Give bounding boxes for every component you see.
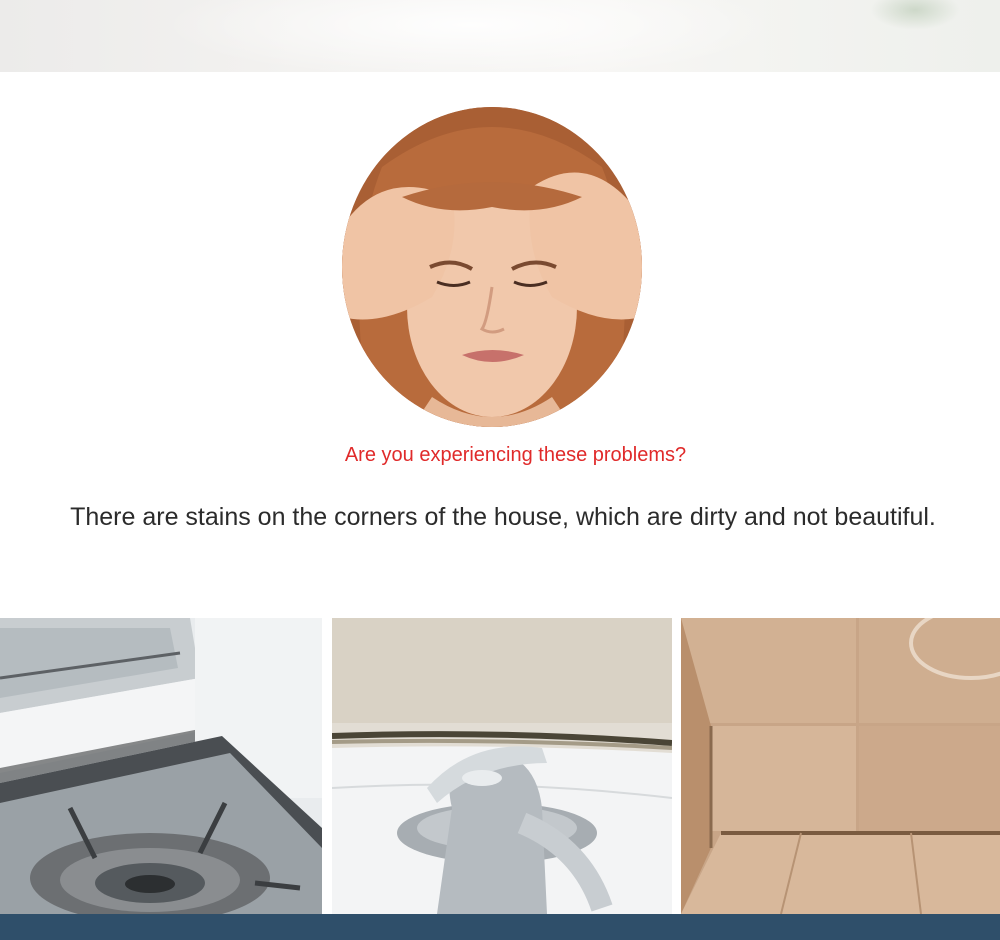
stressed-woman-portrait — [342, 107, 642, 427]
question-heading: Are you experiencing these problems? — [344, 444, 687, 466]
problem-statement: There are stains on the corners of the h… — [70, 503, 936, 531]
dirty-floor-corner-photo — [681, 618, 1000, 914]
bottom-bar — [0, 914, 1000, 940]
top-banner-image — [0, 0, 1000, 72]
stained-stove-corner-photo — [0, 618, 322, 914]
moldy-faucet-edge-photo — [332, 618, 672, 914]
